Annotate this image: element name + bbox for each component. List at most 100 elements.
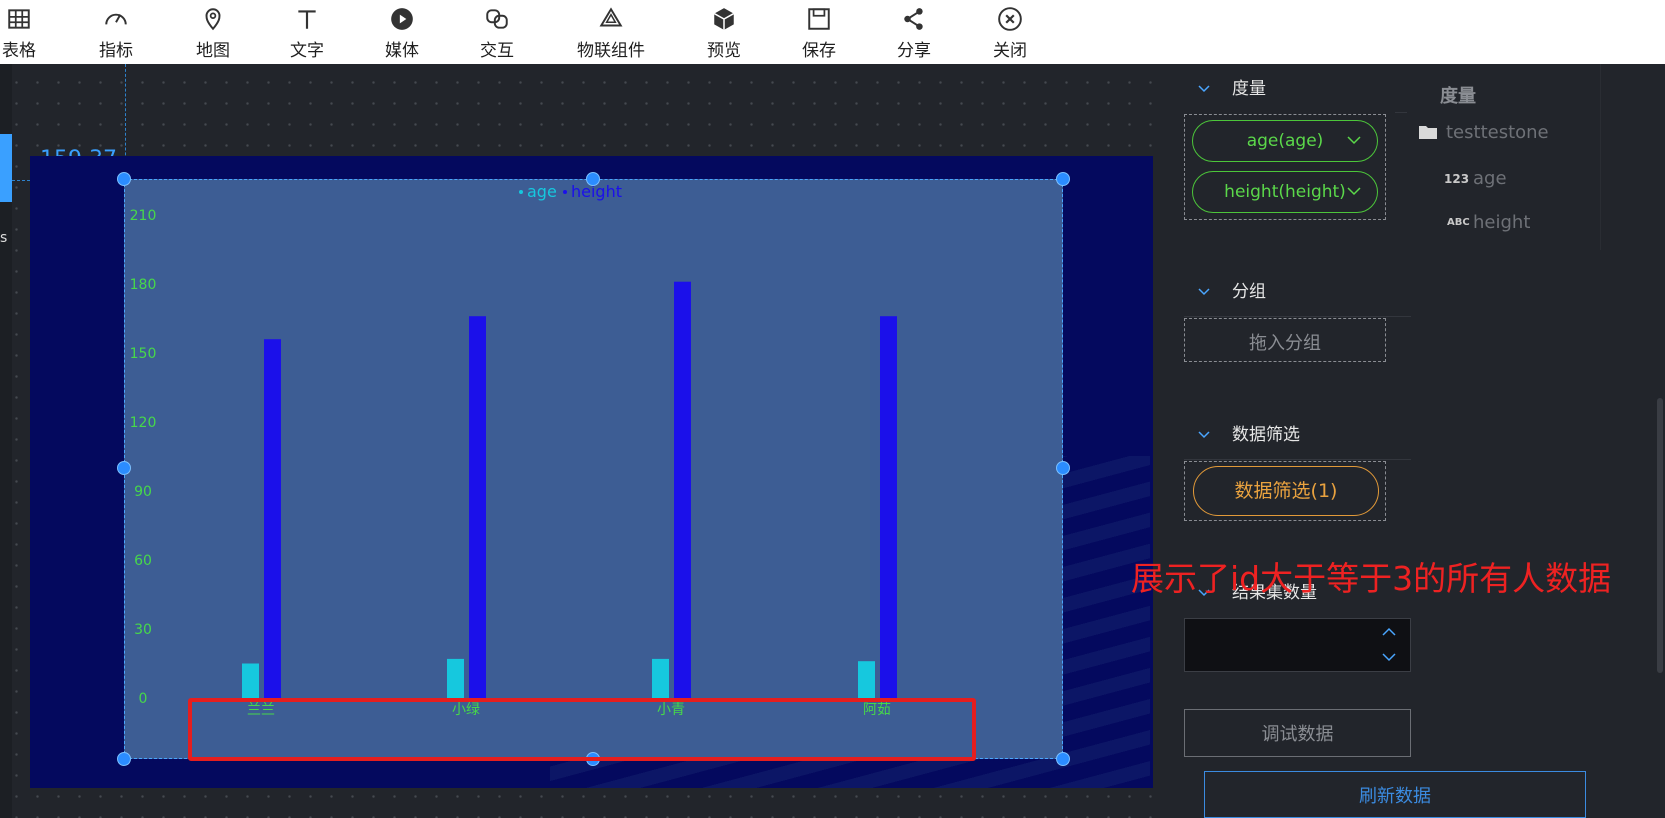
resize-handle-bottom-right[interactable] bbox=[1056, 752, 1070, 766]
pill-label: age(age) bbox=[1246, 131, 1324, 151]
legend-marker bbox=[563, 190, 567, 194]
section-divider bbox=[1395, 112, 1407, 113]
sidebar-edge-text: s bbox=[0, 230, 8, 246]
age-bar[interactable] bbox=[858, 661, 875, 698]
toolbar-close-button[interactable]: 关闭 bbox=[965, 6, 1055, 61]
y-tick-label: 0 bbox=[139, 691, 148, 707]
section-title: 数据筛选 bbox=[1232, 425, 1300, 445]
toolbar-preview-button[interactable]: 预览 bbox=[679, 6, 769, 61]
toolbar-label: 分享 bbox=[897, 41, 931, 61]
annotation-text: 展示了id大于等于3的所有人数据 bbox=[1131, 559, 1612, 598]
section-measure-header[interactable]: 度量 bbox=[1198, 74, 1266, 99]
toolbar-label: 指标 bbox=[99, 41, 133, 61]
section-group-header[interactable]: 分组 bbox=[1198, 277, 1266, 302]
left-sidebar-edge: s bbox=[0, 64, 12, 818]
chevron-down-icon bbox=[1347, 187, 1361, 196]
debug-data-button[interactable]: 调试数据 bbox=[1184, 709, 1411, 757]
section-divider bbox=[1184, 459, 1411, 460]
text-icon bbox=[298, 10, 316, 29]
group-drop-placeholder: 拖入分组 bbox=[1249, 333, 1321, 354]
chevron-down-icon bbox=[1198, 85, 1210, 93]
filter-pill[interactable]: 数据筛选(1) bbox=[1193, 466, 1379, 516]
highlight-box bbox=[188, 698, 976, 761]
toolbar: 表格 指标 地图 文字 媒体 交互 物联组件 预览 保存 分享 关闭 bbox=[0, 0, 1665, 64]
resize-handle-left[interactable] bbox=[117, 461, 131, 475]
chevron-down-icon bbox=[1198, 431, 1210, 439]
toolbar-map-button[interactable]: 地图 bbox=[168, 6, 258, 61]
chevron-down-icon[interactable] bbox=[1382, 653, 1396, 662]
section-divider bbox=[1184, 316, 1411, 317]
save-icon bbox=[808, 8, 830, 30]
toolbar-interaction-button[interactable]: 交互 bbox=[452, 6, 542, 61]
legend-label[interactable]: age bbox=[527, 182, 557, 201]
refresh-data-button[interactable]: 刷新数据 bbox=[1204, 771, 1586, 818]
toolbar-label: 地图 bbox=[196, 41, 230, 61]
legend-marker bbox=[519, 190, 523, 194]
toolbar-text-button[interactable]: 文字 bbox=[262, 6, 352, 61]
toolbar-table-button[interactable]: 表格 bbox=[0, 6, 64, 61]
dataset-name[interactable]: testtestone bbox=[1446, 122, 1549, 143]
toolbar-label: 文字 bbox=[290, 41, 324, 61]
toolbar-label: 交互 bbox=[480, 41, 514, 61]
play-icon bbox=[391, 8, 413, 30]
resize-handle-right[interactable] bbox=[1056, 461, 1070, 475]
field-item-age[interactable]: age bbox=[1473, 168, 1507, 189]
toolbar-media-button[interactable]: 媒体 bbox=[357, 6, 447, 61]
y-tick-label: 60 bbox=[134, 553, 152, 569]
y-tick-label: 210 bbox=[130, 208, 157, 224]
toolbar-label: 表格 bbox=[2, 41, 36, 61]
field-list-divider bbox=[1600, 64, 1601, 250]
panel-scrollbar[interactable] bbox=[1657, 398, 1663, 673]
field-item-height[interactable]: height bbox=[1473, 212, 1530, 233]
height-bar[interactable] bbox=[264, 339, 281, 698]
chevron-down-icon bbox=[1198, 288, 1210, 296]
pill-label: height(height) bbox=[1224, 182, 1346, 202]
sidebar-active-indicator[interactable] bbox=[0, 134, 12, 202]
number-type-icon: 123 bbox=[1444, 172, 1470, 186]
toolbar-label: 保存 bbox=[802, 41, 836, 61]
chevron-up-icon[interactable] bbox=[1382, 627, 1396, 636]
toolbar-save-button[interactable]: 保存 bbox=[774, 6, 864, 61]
y-tick-label: 90 bbox=[134, 484, 152, 500]
age-bar[interactable] bbox=[242, 663, 259, 699]
age-bar[interactable] bbox=[447, 658, 464, 698]
y-tick-label: 150 bbox=[130, 346, 157, 362]
link-icon bbox=[486, 9, 508, 29]
group-drop-zone[interactable]: 拖入分组 bbox=[1184, 318, 1386, 362]
toolbar-label: 物联组件 bbox=[577, 41, 645, 61]
string-type-icon: ABC bbox=[1447, 217, 1470, 228]
y-tick-label: 120 bbox=[130, 415, 157, 431]
result-count-stepper[interactable] bbox=[1184, 618, 1411, 672]
field-list-title: 度量 bbox=[1440, 86, 1476, 107]
chart-widget[interactable]: 0 30 60 90 120 150 180 210 兰兰 小绿 小青 阿茹 age height bbox=[124, 179, 1063, 759]
gauge-icon bbox=[105, 13, 127, 25]
section-filter-header[interactable]: 数据筛选 bbox=[1198, 420, 1300, 445]
height-bar[interactable] bbox=[674, 281, 691, 698]
toolbar-iot-button[interactable]: 物联组件 bbox=[566, 6, 656, 61]
toolbar-label: 关闭 bbox=[993, 41, 1027, 61]
resize-handle-top-right[interactable] bbox=[1056, 172, 1070, 186]
chevron-down-icon bbox=[1347, 136, 1361, 145]
map-pin-icon bbox=[205, 8, 221, 31]
toolbar-label: 媒体 bbox=[385, 41, 419, 61]
close-icon bbox=[998, 7, 1022, 31]
resize-handle-top-left[interactable] bbox=[117, 172, 131, 186]
section-title: 分组 bbox=[1232, 282, 1266, 302]
height-bar[interactable] bbox=[880, 316, 897, 698]
height-bar[interactable] bbox=[469, 316, 486, 698]
iot-icon bbox=[599, 7, 623, 27]
toolbar-share-button[interactable]: 分享 bbox=[869, 6, 959, 61]
folder-icon bbox=[1419, 126, 1437, 139]
share-icon bbox=[904, 8, 923, 30]
section-title: 度量 bbox=[1232, 79, 1266, 99]
bar-chart: 0306090120150180210兰兰 小绿 小青 阿茹age height bbox=[130, 182, 897, 718]
table-icon bbox=[8, 9, 30, 29]
cube-icon bbox=[713, 8, 735, 30]
toolbar-indicator-button[interactable]: 指标 bbox=[71, 6, 161, 61]
y-tick-label: 30 bbox=[134, 622, 152, 638]
resize-handle-top[interactable] bbox=[586, 172, 600, 186]
resize-handle-bottom-left[interactable] bbox=[117, 752, 131, 766]
measure-pill-age[interactable]: age(age) bbox=[1192, 120, 1378, 162]
measure-pill-height[interactable]: height(height) bbox=[1192, 171, 1378, 213]
age-bar[interactable] bbox=[652, 658, 669, 698]
